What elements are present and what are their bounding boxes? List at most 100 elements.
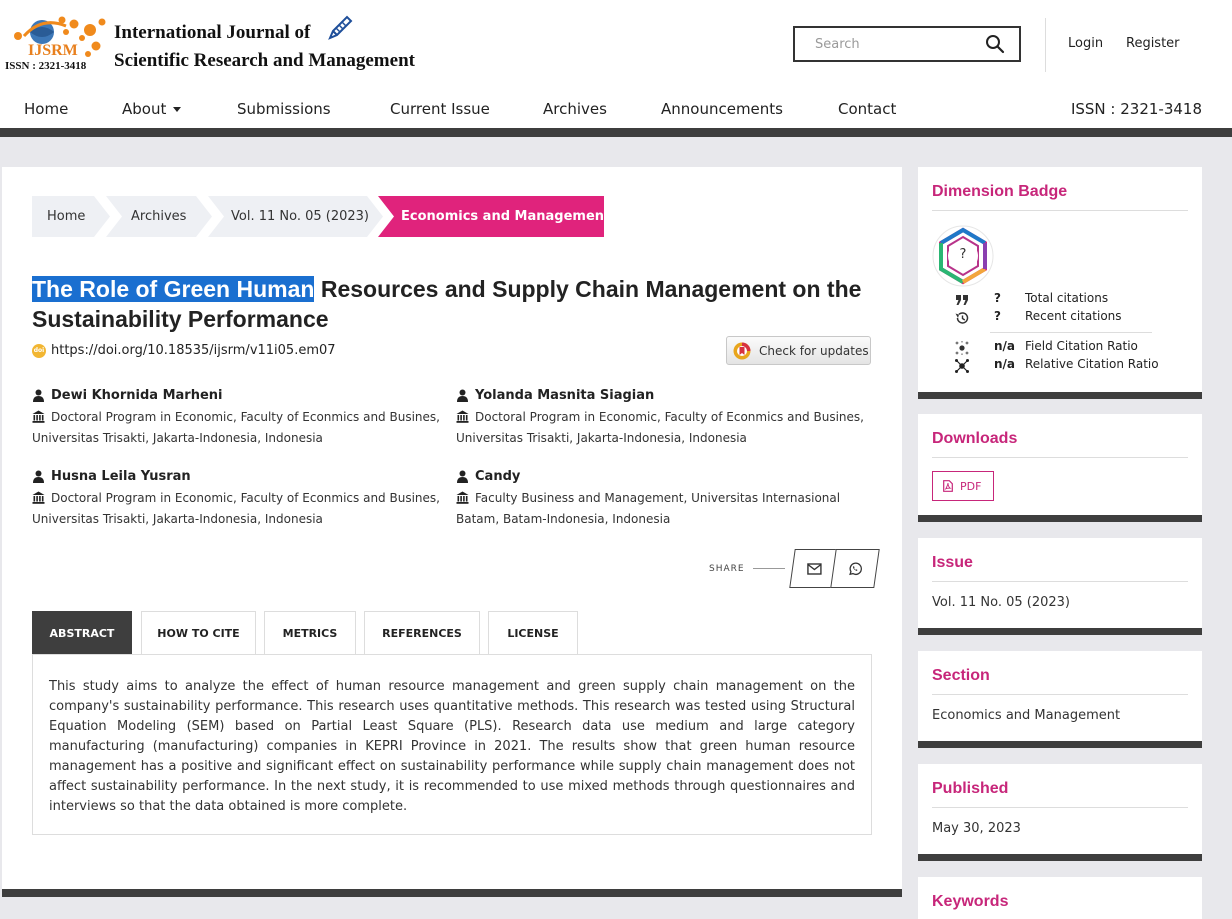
metrics-divider [990, 332, 1152, 333]
breadcrumb-home[interactable]: Home [32, 196, 110, 237]
author-name: Candy [475, 469, 521, 484]
metric-value: ? [994, 309, 1001, 323]
issue-link[interactable]: Vol. 11 No. 05 (2023) [932, 595, 1188, 610]
author-card: Dewi Khornida Marheni Doctoral Program i… [32, 385, 442, 449]
breadcrumb-section: Economics and Management [378, 196, 604, 237]
metric-label: Relative Citation Ratio [1025, 357, 1159, 371]
metric-label: Total citations [1025, 291, 1109, 305]
keywords-title: Keywords [932, 893, 1009, 910]
author-affiliation: Doctoral Program in Economic, Faculty of… [32, 410, 440, 445]
logo-title-line1: International Journal of [114, 22, 311, 43]
university-icon [456, 491, 469, 504]
keywords-block: Keywords [918, 877, 1202, 919]
nav-submissions[interactable]: Submissions [237, 100, 331, 118]
search-box [793, 26, 1021, 62]
doi-link[interactable]: https://doi.org/10.18535/ijsrm/v11i05.em… [51, 343, 336, 358]
journal-logo[interactable]: IJSRM ISSN : 2321-3418 International Jou… [4, 12, 424, 78]
tab-how-to-cite[interactable]: HOW TO CITE [141, 611, 256, 654]
author-name: Yolanda Masnita Siagian [475, 388, 655, 403]
chevron-down-icon [173, 107, 182, 112]
whatsapp-icon [849, 562, 862, 575]
login-link[interactable]: Login [1068, 36, 1103, 51]
tab-references[interactable]: REFERENCES [364, 611, 480, 654]
author-name: Husna Leila Yusran [51, 469, 191, 484]
search-icon[interactable] [985, 34, 1005, 54]
dimension-badge-block: Dimension Badge ? ? Total citations ? Re… [918, 167, 1202, 399]
logo-issn: ISSN : 2321-3418 [5, 60, 87, 72]
search-input[interactable] [795, 28, 975, 60]
issue-title: Issue [932, 554, 1188, 582]
article-title: The Role of Green Human Resources and Su… [32, 274, 872, 334]
abstract-panel: This study aims to analyze the effect of… [32, 654, 872, 835]
metric-field-citation-ratio: n/a Field Citation Ratio [954, 339, 1154, 357]
breadcrumb-archives[interactable]: Archives [106, 196, 212, 237]
header-divider [1045, 18, 1046, 72]
pdf-download-button[interactable]: PDF [932, 471, 995, 501]
published-block: Published May 30, 2023 [918, 764, 1202, 861]
nav-home[interactable]: Home [24, 100, 68, 118]
metric-total-citations: ? Total citations [954, 291, 1154, 309]
nav-underline-bar [0, 128, 1232, 137]
user-icon [457, 470, 468, 483]
downloads-title: Downloads [932, 430, 1188, 458]
tab-license[interactable]: LICENSE [488, 611, 578, 654]
share-whatsapp-button[interactable] [830, 549, 880, 588]
relative-ratio-icon [955, 359, 969, 373]
section-title: Section [932, 667, 1188, 695]
nav-about[interactable]: About [122, 100, 182, 118]
share-label: SHARE [709, 564, 745, 574]
section-block: Section Economics and Management [918, 651, 1202, 748]
nav-about-label: About [122, 100, 167, 118]
logo-abbreviation: IJSRM [28, 42, 78, 59]
user-icon [33, 470, 44, 483]
author-card: Candy Faculty Business and Management, U… [456, 466, 866, 530]
downloads-block: Downloads PDF [918, 414, 1202, 522]
logo-title-line2: Scientific Research and Management [114, 50, 415, 71]
doi-line: doi https://doi.org/10.18535/ijsrm/v11i0… [32, 343, 336, 358]
university-icon [456, 410, 469, 423]
published-date: May 30, 2023 [932, 821, 1021, 836]
breadcrumb-issue[interactable]: Vol. 11 No. 05 (2023) [208, 196, 383, 237]
pdf-download-label: PDF [960, 479, 982, 493]
metric-label: Field Citation Ratio [1025, 339, 1138, 353]
crossmark-icon [733, 342, 751, 359]
pen-icon [328, 15, 353, 40]
author-affiliation: Doctoral Program in Economic, Faculty of… [456, 410, 864, 445]
author-card: Yolanda Masnita Siagian Doctoral Program… [456, 385, 866, 449]
dimensions-badge[interactable]: ? [932, 225, 994, 287]
author-name: Dewi Khornida Marheni [51, 388, 223, 403]
nav-issn: ISSN : 2321-3418 [1070, 100, 1202, 118]
nav-current-issue[interactable]: Current Issue [390, 100, 490, 118]
nav-contact[interactable]: Contact [838, 100, 896, 118]
article-title-selected: The Role of Green Human [32, 276, 315, 302]
university-icon [32, 491, 45, 504]
site-header: IJSRM ISSN : 2321-3418 International Jou… [0, 0, 1232, 137]
article-panel: Home Archives Vol. 11 No. 05 (2023) Econ… [2, 167, 902, 897]
user-icon [33, 389, 44, 402]
tab-metrics[interactable]: METRICS [264, 611, 356, 654]
nav-announcements[interactable]: Announcements [661, 100, 783, 118]
metric-value: ? [994, 291, 1001, 305]
user-icon [457, 389, 468, 402]
doi-icon: doi [32, 343, 46, 358]
quote-icon [956, 295, 968, 305]
tab-abstract[interactable]: ABSTRACT [32, 611, 132, 654]
issue-block: Issue Vol. 11 No. 05 (2023) [918, 538, 1202, 635]
pdf-file-icon [943, 480, 953, 492]
author-affiliation: Faculty Business and Management, Univers… [456, 491, 841, 526]
abstract-text: This study aims to analyze the effect of… [49, 679, 855, 814]
author-affiliation: Doctoral Program in Economic, Faculty of… [32, 491, 440, 526]
nav-archives[interactable]: Archives [543, 100, 607, 118]
author-card: Husna Leila Yusran Doctoral Program in E… [32, 466, 442, 530]
metric-relative-citation-ratio: n/a Relative Citation Ratio [954, 357, 1159, 375]
main-nav: Home About Submissions Current Issue Arc… [0, 96, 1232, 126]
published-title: Published [932, 780, 1188, 808]
metric-value: n/a [994, 357, 1016, 371]
university-icon [32, 410, 45, 423]
metric-value: n/a [994, 339, 1016, 353]
dimensions-badge-value: ? [959, 247, 967, 262]
register-link[interactable]: Register [1126, 36, 1180, 51]
check-for-updates-button[interactable]: Check for updates [726, 336, 871, 365]
share-divider [753, 568, 785, 569]
check-for-updates-label: Check for updates [759, 343, 869, 358]
